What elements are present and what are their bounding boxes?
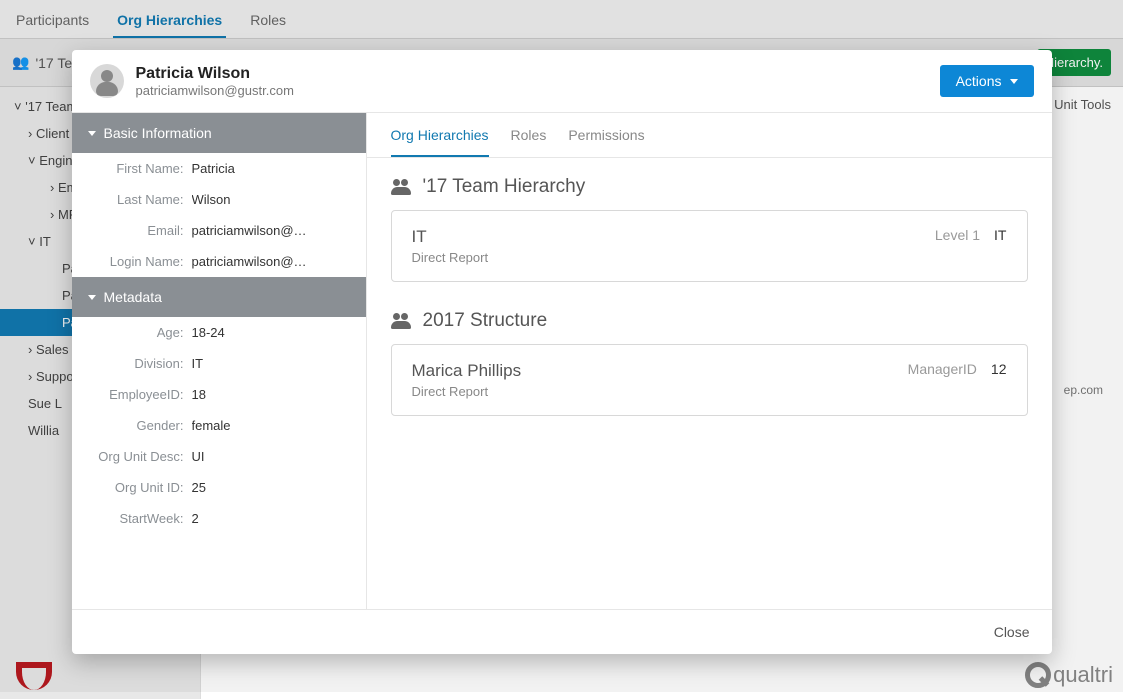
field-last-name: Last Name: Wilson: [72, 184, 366, 215]
main-panel: Org Hierarchies Roles Permissions '17 Te…: [367, 113, 1052, 609]
hierarchy-2-card[interactable]: Marica Phillips Direct Report ManagerID …: [391, 344, 1028, 416]
close-button[interactable]: Close: [994, 624, 1030, 640]
field-employee-id: EmployeeID: 18: [72, 379, 366, 410]
avatar-icon: [90, 64, 124, 98]
card-right-value: IT: [994, 227, 1006, 243]
card-right-label: ManagerID: [908, 361, 977, 377]
actions-button[interactable]: Actions: [940, 65, 1034, 97]
card-title: Marica Phillips: [412, 361, 522, 381]
card-subtitle: Direct Report: [412, 384, 522, 399]
modal-footer: Close: [72, 609, 1052, 654]
hierarchy-1-card[interactable]: IT Direct Report Level 1 IT: [391, 210, 1028, 282]
basic-info-header[interactable]: Basic Information: [72, 113, 366, 153]
field-gender: Gender: female: [72, 410, 366, 441]
metadata-header[interactable]: Metadata: [72, 277, 366, 317]
field-first-name: First Name: Patricia: [72, 153, 366, 184]
detail-tab-permissions[interactable]: Permissions: [568, 127, 644, 157]
detail-tab-roles[interactable]: Roles: [511, 127, 547, 157]
detail-tab-org-hierarchies[interactable]: Org Hierarchies: [391, 127, 489, 157]
participant-email: patriciamwilson@gustr.com: [136, 83, 940, 98]
card-right-value: 12: [991, 361, 1007, 377]
chevron-down-icon: [1010, 79, 1018, 84]
field-email: Email: patriciamwilson@…: [72, 215, 366, 246]
modal-overlay: Patricia Wilson patriciamwilson@gustr.co…: [0, 0, 1123, 692]
card-title: IT: [412, 227, 489, 247]
chevron-down-icon: [88, 295, 96, 300]
people-icon: [391, 313, 413, 329]
participant-name: Patricia Wilson: [136, 65, 940, 83]
hierarchy-2-title: 2017 Structure: [391, 310, 1028, 332]
people-icon: [391, 179, 413, 195]
side-panel: Basic Information First Name: Patricia L…: [72, 113, 367, 609]
field-login: Login Name: patriciamwilson@…: [72, 246, 366, 277]
hierarchy-1-title: '17 Team Hierarchy: [391, 176, 1028, 198]
modal-header: Patricia Wilson patriciamwilson@gustr.co…: [72, 50, 1052, 113]
field-org-unit-id: Org Unit ID: 25: [72, 472, 366, 503]
card-subtitle: Direct Report: [412, 250, 489, 265]
card-right-label: Level 1: [935, 227, 980, 243]
field-division: Division: IT: [72, 348, 366, 379]
field-age: Age: 18-24: [72, 317, 366, 348]
field-start-week: StartWeek: 2: [72, 503, 366, 534]
chevron-down-icon: [88, 131, 96, 136]
detail-tabs: Org Hierarchies Roles Permissions: [367, 113, 1052, 158]
participant-detail-modal: Patricia Wilson patriciamwilson@gustr.co…: [72, 50, 1052, 654]
field-org-unit-desc: Org Unit Desc: UI: [72, 441, 366, 472]
